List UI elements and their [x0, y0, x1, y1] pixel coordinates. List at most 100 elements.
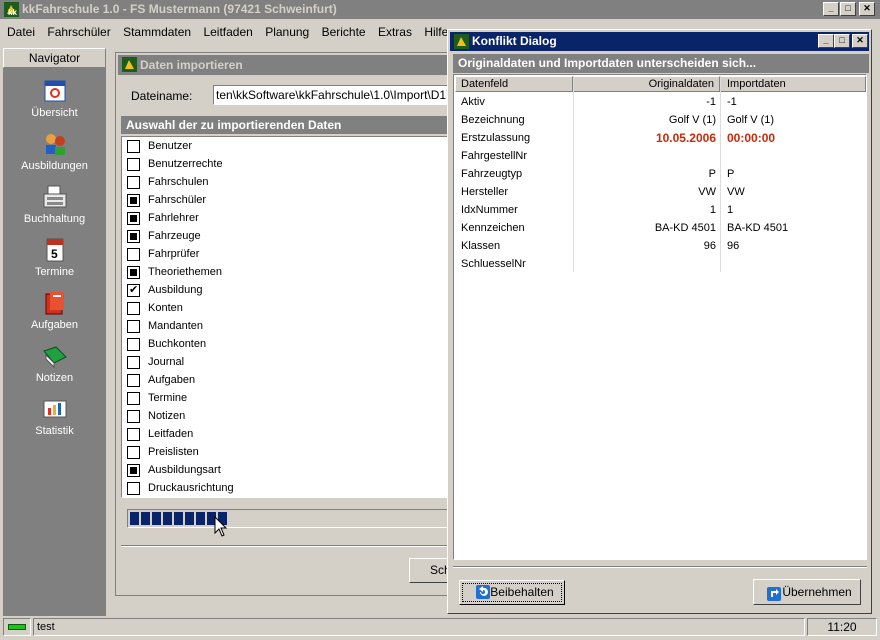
menu-planung[interactable]: Planung — [265, 25, 309, 39]
cell-field: Aktiv — [461, 96, 485, 108]
import-option-label: Journal — [148, 356, 185, 368]
nav-statistik[interactable]: Statistik — [3, 396, 106, 437]
menu-extras[interactable]: Extras — [378, 25, 412, 39]
checkbox[interactable] — [127, 302, 140, 315]
import-option-label: Leitfaden — [148, 428, 194, 440]
checkbox[interactable] — [127, 230, 140, 243]
checkbox[interactable] — [127, 176, 140, 189]
grid-row[interactable]: FahrgestellNr — [455, 147, 866, 165]
progress-segment — [163, 512, 172, 525]
checkbox[interactable] — [127, 320, 140, 333]
checkbox[interactable] — [127, 410, 140, 423]
notes-icon — [42, 343, 68, 369]
cash-register-icon — [42, 184, 68, 210]
status-indicator-icon — [8, 624, 26, 630]
menu-stammdaten[interactable]: Stammdaten — [123, 25, 191, 39]
app-icon: kk — [4, 2, 19, 17]
menu-fahrschueler[interactable]: Fahrschüler — [47, 25, 110, 39]
nav-label: Statistik — [35, 425, 74, 437]
apply-button[interactable]: Übernehmen — [753, 579, 861, 605]
nav-aufgaben[interactable]: Aufgaben — [3, 290, 106, 331]
panel-divider — [121, 545, 448, 547]
import-option-label: Aufgaben — [148, 374, 196, 386]
task-book-icon — [42, 290, 68, 316]
nav-uebersicht[interactable]: Übersicht — [3, 78, 106, 119]
grid-row[interactable]: Klassen 96 96 — [455, 237, 866, 255]
cell-original: 96 — [703, 240, 716, 252]
cell-import: BA-KD 4501 — [727, 222, 789, 234]
checkbox[interactable] — [127, 428, 140, 441]
checkbox[interactable] — [127, 338, 140, 351]
grid-row[interactable]: Kennzeichen BA-KD 4501 BA-KD 4501 — [455, 219, 866, 237]
import-option-label: Fahrlehrer — [148, 212, 199, 224]
close-button[interactable]: ✕ — [859, 2, 875, 16]
navigator-header: Navigator — [3, 48, 106, 68]
undo-icon — [476, 585, 490, 607]
dialog-titlebar[interactable]: Konflikt Dialog _ □ ✕ — [450, 32, 869, 51]
import-option-label: Benutzer — [148, 140, 193, 152]
column-header-originaldaten[interactable]: Originaldaten — [573, 76, 720, 92]
grid-row[interactable]: Bezeichnung Golf V (1) Golf V (1) — [455, 111, 866, 129]
checkbox[interactable] — [127, 464, 140, 477]
filename-input[interactable]: ten\kkSoftware\kkFahrschule\1.0\Import\D… — [213, 85, 448, 105]
menu-berichte[interactable]: Berichte — [322, 25, 366, 39]
checkbox[interactable] — [127, 392, 140, 405]
checkbox[interactable] — [127, 266, 140, 279]
checkbox[interactable] — [127, 281, 140, 299]
progress-segment — [196, 512, 205, 525]
nav-termine[interactable]: 5 Termine — [3, 237, 106, 278]
nav-buchhaltung[interactable]: Buchhaltung — [3, 184, 106, 225]
checkbox[interactable] — [127, 446, 140, 459]
dialog-title: Konflikt Dialog — [472, 34, 557, 48]
grid-row[interactable]: Fahrzeugtyp P P — [455, 165, 866, 183]
checkbox[interactable] — [127, 212, 140, 225]
dialog-message: Originaldaten und Importdaten unterschei… — [453, 54, 869, 73]
keep-button[interactable]: Beibehalten — [459, 580, 565, 605]
cell-original: 10.05.2006 — [655, 131, 716, 145]
nav-ausbildungen[interactable]: Ausbildungen — [3, 131, 106, 172]
statusbar-user: test — [33, 618, 805, 636]
checkbox[interactable] — [127, 356, 140, 369]
import-option-label: Druckausrichtung — [148, 482, 234, 494]
progress-segment — [174, 512, 183, 525]
cell-field: FahrgestellNr — [461, 150, 528, 162]
checkbox[interactable] — [127, 248, 140, 261]
checkbox[interactable] — [127, 158, 140, 171]
nav-notizen[interactable]: Notizen — [3, 343, 106, 384]
import-option-label: Ausbildung — [148, 284, 203, 296]
checkbox[interactable] — [127, 374, 140, 387]
column-header-importdaten[interactable]: Importdaten — [720, 76, 866, 92]
cell-field: Erstzulassung — [461, 132, 531, 144]
dialog-minimize-button[interactable]: _ — [818, 34, 834, 48]
close-panel-button[interactable]: Sch — [409, 558, 449, 583]
import-option-label: Termine — [148, 392, 188, 404]
nav-label: Notizen — [35, 372, 74, 384]
cell-field: IdxNummer — [461, 204, 518, 216]
column-header-datenfeld[interactable]: Datenfeld — [455, 76, 573, 92]
dialog-close-button[interactable]: ✕ — [852, 34, 868, 48]
cell-original: P — [708, 168, 716, 180]
nav-label: Ausbildungen — [21, 160, 88, 172]
grid-row[interactable]: IdxNummer 1 1 — [455, 201, 866, 219]
import-option-label: Fahrschüler — [148, 194, 207, 206]
minimize-button[interactable]: _ — [823, 2, 839, 16]
nav-label: Termine — [34, 266, 75, 278]
menu-datei[interactable]: Datei — [7, 25, 35, 39]
grid-row[interactable]: SchluesselNr — [455, 255, 866, 273]
import-option-label: Notizen — [148, 410, 186, 422]
grid-row[interactable]: Aktiv -1 -1 — [455, 93, 866, 111]
grid-row[interactable]: Erstzulassung 10.05.2006 00:00:00 — [455, 129, 866, 147]
menu-leitfaden[interactable]: Leitfaden — [203, 25, 252, 39]
people-icon — [42, 131, 68, 157]
grid-row[interactable]: Hersteller VW VW — [455, 183, 866, 201]
main-titlebar[interactable]: kk kkFahrschule 1.0 - FS Mustermann (974… — [0, 0, 880, 19]
dialog-maximize-button[interactable]: □ — [834, 34, 850, 48]
checkbox[interactable] — [127, 482, 140, 495]
checkbox[interactable] — [127, 194, 140, 207]
cell-field: Kennzeichen — [461, 222, 525, 234]
import-option-label: Theoriethemen — [148, 266, 222, 278]
checkbox[interactable] — [127, 140, 140, 153]
cell-import: 1 — [727, 204, 734, 216]
menu-hilfe[interactable]: Hilfe — [424, 25, 448, 39]
maximize-button[interactable]: □ — [840, 2, 856, 16]
